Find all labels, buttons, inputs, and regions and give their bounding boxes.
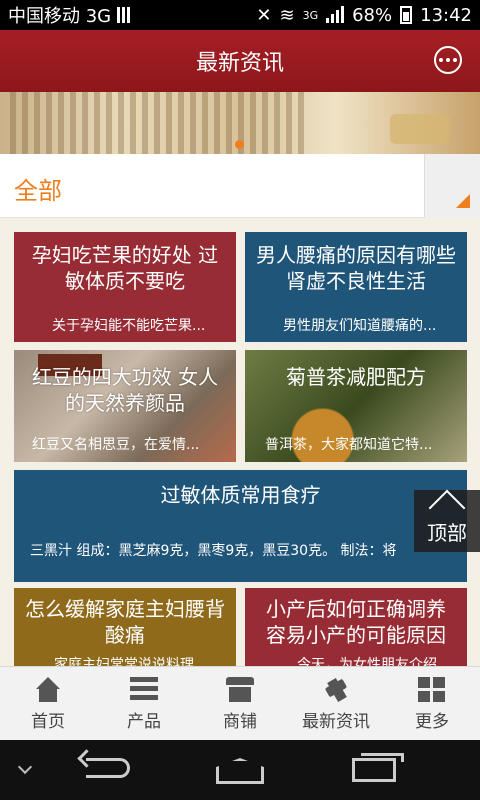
carousel-indicator-dot (235, 140, 244, 149)
mute-icon: ✕ (256, 4, 272, 26)
article-summary: 三黑汁 组成：黑芝麻9克，黑枣9克，黑豆30克。 制法：将 (30, 543, 397, 559)
system-navigation-bar (0, 740, 480, 800)
article-card[interactable]: 小产后如何正确调养 容易小产的可能原因 今天，为女性朋友介绍 (245, 588, 467, 666)
signal-strength-icon (117, 7, 131, 23)
article-summary: 今天，为女性朋友介绍 (297, 657, 437, 666)
article-card[interactable]: 怎么缓解家庭主妇腰背酸痛 家庭主妇常常说说料理 (14, 588, 236, 666)
banner-image (10, 92, 310, 154)
app-bar: 最新资讯 (0, 30, 480, 92)
bottom-tab-bar: 首页 产品 商铺 最新资讯 更多 (0, 666, 480, 740)
article-summary: 普洱茶，大家都知道它特... (265, 437, 433, 453)
wifi-icon: ≋ (279, 4, 295, 26)
article-title: 菊普茶减肥配方 (286, 365, 426, 389)
tab-label: 首页 (31, 712, 65, 732)
back-to-top-button[interactable]: 顶部 (414, 489, 480, 552)
category-filter-label: 全部 (14, 177, 62, 205)
clock: 13:42 (420, 4, 472, 26)
status-bar: 中国移动 3G ✕ ≋ 3G 68% 13:42 (0, 0, 480, 30)
tab-label: 商铺 (223, 712, 257, 732)
home-icon (34, 677, 62, 703)
news-icon (322, 677, 350, 703)
chat-icon[interactable] (434, 46, 462, 74)
article-title: 红豆的四大功效 女人的天然养颜品 (31, 365, 219, 415)
shop-icon (226, 677, 254, 703)
article-title: 男人腰痛的原因有哪些 肾虚不良性生活 (256, 243, 456, 293)
back-icon[interactable] (86, 758, 130, 778)
article-card[interactable]: 过敏体质常用食疗 三黑汁 组成：黑芝麻9克，黑枣9克，黑豆30克。 制法：将 (14, 470, 467, 582)
banner-tea-cup (390, 114, 450, 144)
article-title: 小产后如何正确调养 容易小产的可能原因 (266, 597, 446, 647)
carrier-label: 中国移动 3G (8, 6, 112, 27)
tab-news[interactable]: 最新资讯 (288, 667, 384, 740)
article-title: 过敏体质常用食疗 (160, 483, 321, 507)
tab-shops[interactable]: 商铺 (192, 667, 288, 740)
tab-home[interactable]: 首页 (0, 667, 96, 740)
article-title: 怎么缓解家庭主妇腰背酸痛 (25, 597, 225, 647)
battery-percent: 68% (352, 4, 393, 26)
tab-products[interactable]: 产品 (96, 667, 192, 740)
tab-more[interactable]: 更多 (384, 667, 480, 740)
recent-apps-icon[interactable] (352, 753, 404, 782)
battery-icon (400, 6, 413, 24)
list-icon (130, 677, 158, 703)
article-card[interactable]: 红豆的四大功效 女人的天然养颜品 红豆又名相思豆，在爱情... (14, 350, 236, 462)
category-filter[interactable]: 全部 (0, 154, 480, 218)
tab-label: 最新资讯 (302, 712, 370, 732)
article-summary: 男性朋友们知道腰痛的... (283, 318, 437, 334)
category-dropdown-button[interactable] (424, 154, 480, 218)
tab-label: 产品 (127, 712, 161, 732)
banner-carousel[interactable] (0, 92, 480, 154)
dropdown-arrow-icon (456, 194, 470, 208)
article-summary: 红豆又名相思豆，在爱情... (32, 437, 200, 453)
more-icon (418, 677, 446, 703)
home-button-icon[interactable] (216, 758, 264, 784)
article-summary: 家庭主妇常常说说料理 (54, 657, 194, 666)
article-title: 孕妇吃芒果的好处 过敏体质不要吃 (31, 243, 219, 293)
hide-keyboard-icon[interactable] (17, 759, 33, 775)
page-title: 最新资讯 (195, 51, 284, 76)
article-grid[interactable]: 孕妇吃芒果的好处 过敏体质不要吃 关于孕妇能不能吃芒果... 男人腰痛的原因有哪… (0, 218, 480, 666)
tab-label: 更多 (415, 712, 449, 732)
article-card[interactable]: 孕妇吃芒果的好处 过敏体质不要吃 关于孕妇能不能吃芒果... (14, 232, 236, 342)
network-type-label: 3G (302, 8, 319, 22)
cell-signal-icon (326, 6, 345, 23)
article-card[interactable]: 男人腰痛的原因有哪些 肾虚不良性生活 男性朋友们知道腰痛的... (245, 232, 467, 342)
article-card[interactable]: 菊普茶减肥配方 普洱茶，大家都知道它特... (245, 350, 467, 462)
article-summary: 关于孕妇能不能吃芒果... (52, 318, 206, 334)
